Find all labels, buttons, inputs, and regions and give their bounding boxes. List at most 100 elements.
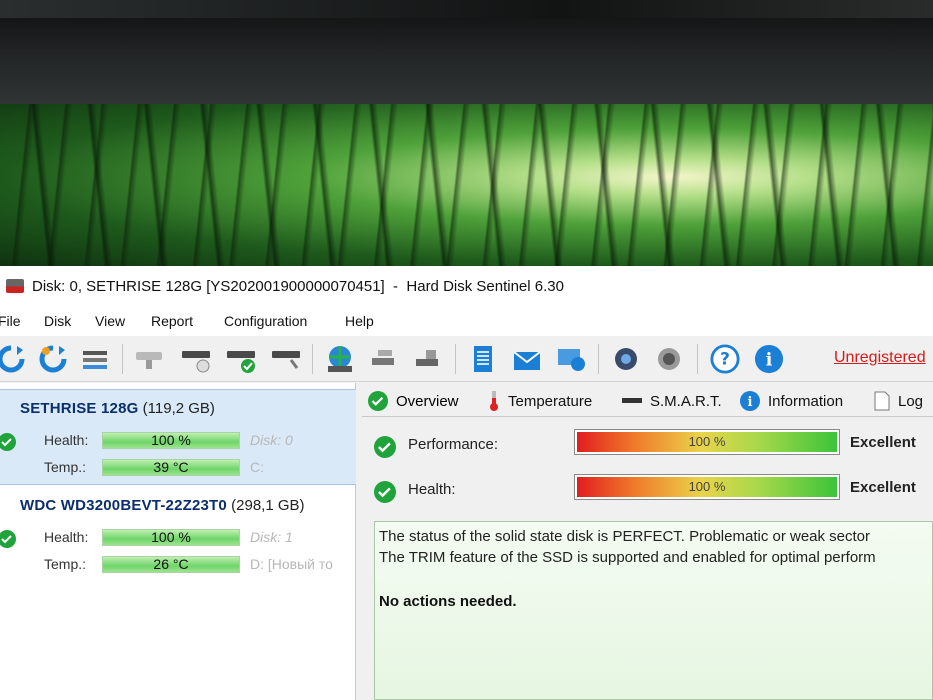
health-label: Health: [408, 481, 456, 498]
performance-value: 100 % [688, 434, 726, 449]
temp-bar: 26 °C [102, 556, 240, 573]
health-ok-icon [374, 481, 396, 503]
menu-disk[interactable]: Disk [44, 313, 71, 329]
disk-entry-1[interactable]: WDC WD3200BEVT-22Z23T0 (298,1 GB) Health… [0, 487, 356, 583]
disk-backup-icon[interactable] [414, 343, 444, 375]
menu-report[interactable]: Report [151, 313, 193, 329]
disk-name: SETHRISE 128G [20, 400, 139, 417]
title-bar: Disk: 0, SETHRISE 128G [YS20200190000007… [0, 266, 933, 306]
disk-icon [622, 398, 642, 403]
network-report-icon[interactable] [556, 343, 586, 375]
toolbar-separator [697, 344, 698, 374]
unregistered-link[interactable]: Unregistered [834, 349, 926, 367]
actions-text: No actions needed. [379, 593, 517, 610]
disk-volume: C: [250, 459, 264, 475]
report-icon[interactable] [468, 343, 498, 375]
bezel-strip [0, 0, 933, 18]
info-icon: i [740, 391, 760, 411]
disk-size: (119,2 GB) [142, 400, 215, 417]
health-value: 100 % [151, 432, 191, 448]
toolbar-separator [312, 344, 313, 374]
toolbar: ? i Unregistered [0, 336, 933, 382]
performance-gauge: 100 % [574, 429, 840, 455]
tab-temperature[interactable]: Temperature [488, 389, 592, 413]
info-icon[interactable]: i [754, 343, 784, 375]
tab-label: Temperature [508, 392, 593, 410]
settings-gear-icon[interactable] [611, 343, 641, 375]
tab-log[interactable]: Log [874, 389, 923, 413]
performance-ok-icon [374, 436, 396, 458]
disk-schedule-icon[interactable] [181, 343, 211, 375]
tab-label: Log [898, 392, 924, 410]
health-gauge: 100 % [574, 474, 840, 500]
temp-bar: 39 °C [102, 459, 240, 476]
svg-text:?: ? [720, 349, 730, 369]
check-icon [368, 391, 388, 411]
disk-list-panel: SETHRISE 128G (119,2 GB) Health: 100 % D… [0, 383, 356, 700]
disk-title: SETHRISE 128G (119,2 GB) [20, 400, 215, 417]
health-label: Health: [44, 432, 89, 448]
help-icon[interactable]: ? [710, 343, 740, 375]
menu-bar: File Disk View Report Configuration Help [0, 306, 933, 336]
menu-view[interactable]: View [95, 313, 125, 329]
status-description: The status of the solid state disk is PE… [374, 521, 933, 700]
refresh-icon[interactable] [0, 343, 26, 375]
menu-configuration[interactable]: Configuration [224, 313, 307, 329]
app-hdd-icon [6, 279, 24, 293]
thermometer-icon [490, 391, 498, 411]
health-ok-icon [0, 433, 16, 451]
toolbar-separator [122, 344, 123, 374]
app-window: Disk: 0, SETHRISE 128G [YS20200190000007… [0, 266, 933, 700]
menu-file[interactable]: File [0, 313, 21, 329]
health-bar: 100 % [102, 529, 240, 546]
log-document-icon [874, 391, 890, 411]
performance-row: Performance: 100 % Excellent [362, 426, 933, 466]
disk-eject-icon[interactable] [134, 343, 164, 375]
health-bar: 100 % [102, 432, 240, 449]
health-value: 100 % [688, 479, 726, 494]
details-panel: Overview Temperature S.M.A.R.T. i Inform… [362, 383, 933, 700]
disk-repair-icon[interactable] [370, 343, 400, 375]
surface-test-icon[interactable] [325, 343, 355, 375]
toolbar-separator [455, 344, 456, 374]
health-label: Health: [44, 529, 89, 545]
disk-entry-0[interactable]: SETHRISE 128G (119,2 GB) Health: 100 % D… [0, 389, 356, 485]
desktop-wallpaper [0, 104, 933, 266]
menu-help[interactable]: Help [345, 313, 374, 329]
disk-index: Disk: 0 [250, 432, 293, 448]
tab-information[interactable]: i Information [740, 389, 843, 413]
disk-test-icon[interactable] [271, 343, 301, 375]
tab-label: Information [768, 392, 844, 410]
tab-smart[interactable]: S.M.A.R.T. [622, 389, 722, 413]
disk-check-icon[interactable] [226, 343, 256, 375]
refresh-all-icon[interactable] [38, 343, 68, 375]
health-grade: Excellent [850, 479, 916, 496]
monitor-bezel [0, 0, 933, 104]
performance-label: Performance: [408, 436, 499, 453]
temp-value: 26 °C [153, 556, 189, 572]
performance-gauge-fill: 100 % [577, 432, 837, 452]
svg-text:i: i [748, 395, 753, 410]
tab-overview[interactable]: Overview [368, 389, 459, 413]
status-line: The TRIM feature of the SSD is supported… [379, 549, 876, 566]
disk-name: WDC WD3200BEVT-22Z23T0 [20, 497, 227, 514]
sound-alert-icon[interactable] [654, 343, 684, 375]
disk-title: WDC WD3200BEVT-22Z23T0 (298,1 GB) [20, 497, 305, 514]
window-title: Disk: 0, SETHRISE 128G [YS20200190000007… [32, 277, 564, 295]
svg-text:i: i [766, 350, 773, 371]
toolbar-separator [598, 344, 599, 374]
health-gauge-fill: 100 % [577, 477, 837, 497]
disk-volume: D: [Новый то [250, 556, 333, 572]
status-line: The status of the solid state disk is PE… [379, 528, 871, 545]
temp-label: Temp.: [44, 459, 87, 475]
tab-label: S.M.A.R.T. [650, 392, 722, 410]
health-row: Health: 100 % Excellent [362, 471, 933, 511]
disk-list-icon[interactable] [80, 343, 110, 375]
tab-label: Overview [396, 392, 459, 410]
temp-label: Temp.: [44, 556, 87, 572]
health-value: 100 % [151, 529, 191, 545]
health-ok-icon [0, 530, 16, 548]
disk-size: (298,1 GB) [231, 497, 305, 514]
email-report-icon[interactable] [512, 343, 542, 375]
temp-value: 39 °C [153, 459, 189, 475]
